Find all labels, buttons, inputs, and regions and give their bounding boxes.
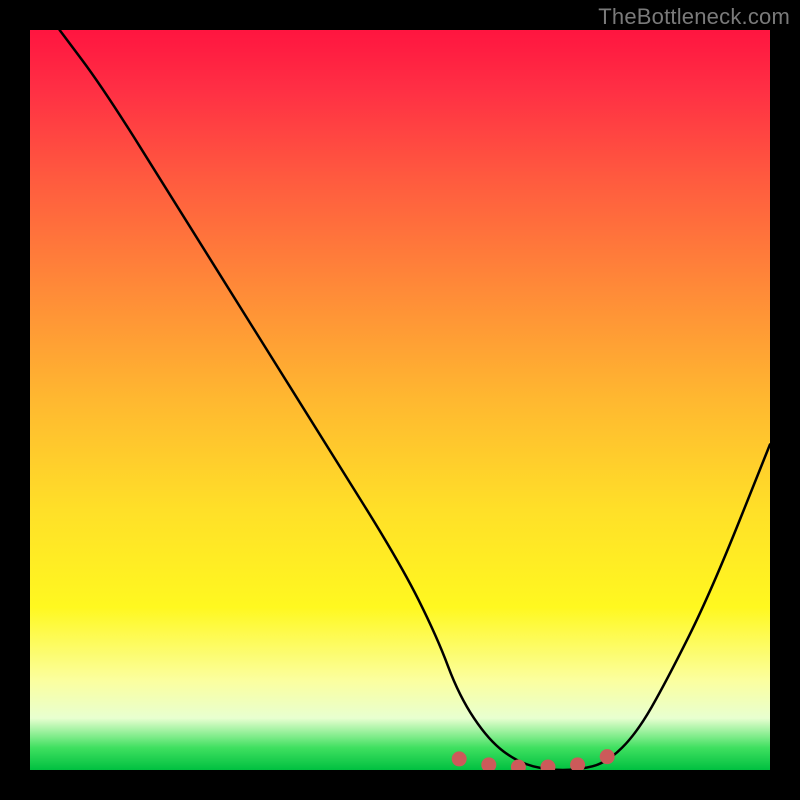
curve-marker	[600, 750, 614, 764]
curve-marker	[452, 752, 466, 766]
curve-marker	[482, 758, 496, 770]
plot-area	[30, 30, 770, 770]
curve-marker	[571, 758, 585, 770]
watermark-text: TheBottleneck.com	[598, 4, 790, 30]
curve-marker	[511, 760, 525, 770]
chart-frame: TheBottleneck.com	[0, 0, 800, 800]
curve-marker	[541, 760, 555, 770]
bottleneck-curve	[60, 30, 770, 770]
chart-svg	[30, 30, 770, 770]
